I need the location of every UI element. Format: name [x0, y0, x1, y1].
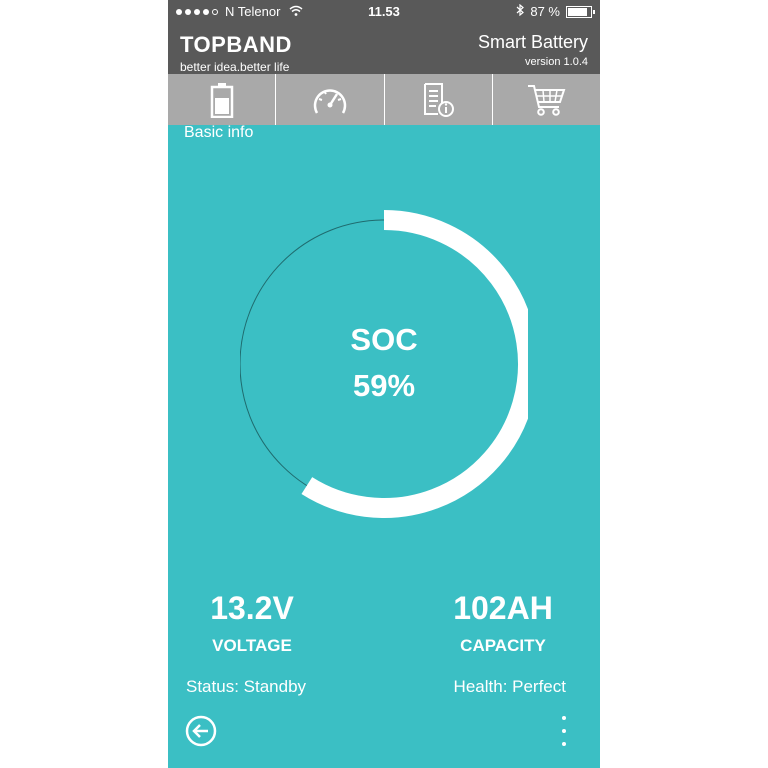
voltage-label: VOLTAGE [212, 636, 292, 655]
battery-level-icon [566, 5, 595, 18]
section-label: Basic info [184, 124, 254, 141]
status-right: 87 % [516, 3, 595, 19]
brand-slogan: better idea.better life [180, 60, 290, 74]
document-info-icon [420, 82, 456, 118]
brand-name: TOPBAND [180, 32, 292, 57]
tab-details[interactable] [383, 74, 492, 125]
battery-icon [210, 82, 234, 118]
tab-bar [168, 74, 600, 125]
tab-basic-info[interactable] [168, 74, 276, 125]
health-text: Health: Perfect [453, 677, 566, 696]
tab-shop[interactable] [491, 74, 600, 125]
soc-gauge [240, 210, 528, 518]
tab-performance[interactable] [275, 74, 383, 125]
app-screen: N Telenor 11.53 87 % TOPBAND better idea… [168, 0, 600, 768]
app-title: Smart Battery [477, 32, 588, 52]
speedometer-icon [311, 83, 349, 117]
capacity-value: 102AH [453, 590, 553, 626]
more-dot [562, 716, 566, 720]
battery-percent: 87 % [530, 4, 560, 19]
back-arrow-icon [185, 715, 217, 751]
back-button[interactable] [185, 715, 217, 747]
more-dot [562, 729, 566, 733]
soc-value: 59% [352, 368, 416, 403]
soc-gauge-arc [301, 210, 528, 518]
capacity-label: CAPACITY [460, 636, 546, 655]
voltage-value: 13.2V [210, 590, 294, 626]
app-version: version 1.0.4 [525, 56, 588, 68]
shopping-cart-icon [526, 83, 566, 117]
bluetooth-icon [516, 3, 525, 19]
app-header: TOPBAND better idea.better life Smart Ba… [168, 24, 600, 74]
more-dot [562, 742, 566, 746]
more-options-button[interactable] [556, 713, 572, 749]
soc-label: SOC [350, 322, 418, 357]
status-text: Status: Standby [186, 677, 307, 696]
status-bar: N Telenor 11.53 87 % [168, 0, 600, 24]
